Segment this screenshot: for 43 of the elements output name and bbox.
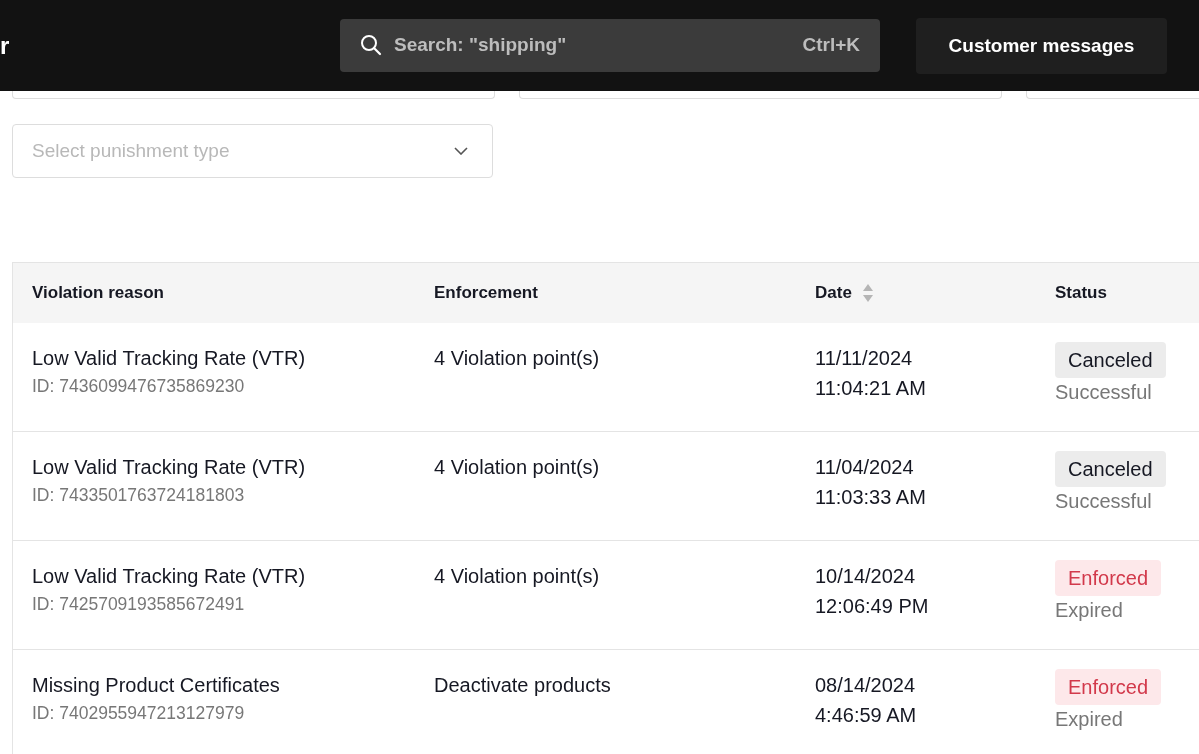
search-bar[interactable]: Search: "shipping" Ctrl+K [340,18,880,72]
search-icon [360,34,382,56]
date-text: 11/04/2024 [815,455,915,480]
select-placeholder: Select punishment type [32,140,230,162]
shortcut-hint: Ctrl+K [802,34,860,56]
column-header[interactable]: Status [1055,283,1107,303]
sort-icon[interactable] [861,283,874,303]
status-result: Successful [1055,490,1153,513]
date-text: 11/11/2024 [815,346,914,371]
filter-field[interactable] [519,91,1002,99]
column-header[interactable]: Date [815,283,852,303]
violation-reason: Missing Product Certificates [32,673,281,698]
status-result: Expired [1055,708,1124,731]
filter-field[interactable] [12,91,495,99]
time-text: 4:46:59 AM [815,703,918,728]
violation-id: ID: 7433501763724181803 [32,485,246,506]
time-text: 11:03:33 AM [815,485,927,510]
date-text: 10/14/2024 [815,564,917,589]
brand-text: r [0,31,11,60]
status-badge: Canceled [1055,342,1166,378]
violation-reason: Low Valid Tracking Rate (VTR) [32,564,307,589]
column-header[interactable]: Enforcement [434,283,538,303]
search-input[interactable]: Search: "shipping" [394,34,803,56]
chevron-down-icon [454,147,468,155]
enforcement-text: Deactivate products [434,673,612,698]
violation-id: ID: 7425709193585672491 [32,594,246,615]
violation-reason: Low Valid Tracking Rate (VTR) [32,455,307,480]
status-result: Successful [1055,381,1153,404]
time-text: 12:06:49 PM [815,594,930,619]
status-badge: Canceled [1055,451,1166,487]
customer-messages-button[interactable]: Customer messages [916,17,1167,74]
enforcement-text: 4 Violation point(s) [434,455,601,480]
column-header[interactable]: Violation reason [32,283,164,303]
status-badge: Enforced [1055,560,1162,596]
time-text: 11:04:21 AM [815,376,927,401]
date-text: 08/14/2024 [815,673,917,698]
status-badge: Enforced [1055,669,1162,705]
violation-id: ID: 7402955947213127979 [32,703,246,724]
violation-id: ID: 7436099476735869230 [32,376,246,397]
violation-reason: Low Valid Tracking Rate (VTR) [32,346,307,371]
status-result: Expired [1055,599,1124,622]
enforcement-text: 4 Violation point(s) [434,346,601,371]
enforcement-text: 4 Violation point(s) [434,564,601,589]
